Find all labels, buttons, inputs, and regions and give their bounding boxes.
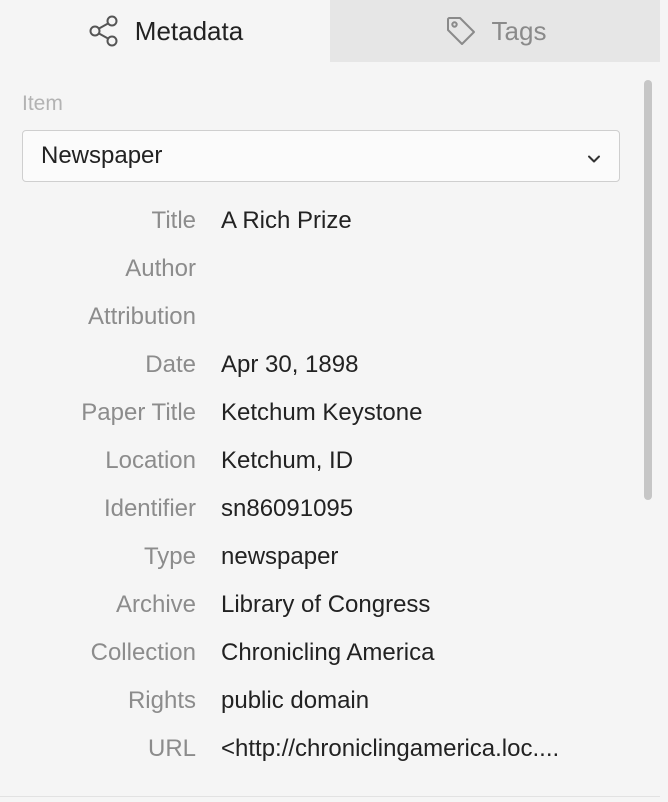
field-row-identifier: Identifier sn86091095 [0, 485, 640, 533]
field-value[interactable]: sn86091095 [221, 495, 621, 523]
tab-metadata-label: Metadata [134, 15, 244, 46]
chevron-down-icon [585, 147, 603, 165]
field-value[interactable]: Ketchum, ID [221, 447, 621, 475]
field-label: Attribution [87, 303, 196, 330]
field-label: Paper Title [81, 399, 196, 426]
share-nodes-icon [87, 14, 121, 48]
field-value[interactable]: Library of Congress [221, 591, 621, 619]
field-label: Location [105, 447, 196, 474]
field-row-author: Author [0, 245, 640, 293]
field-row-title: Title A Rich Prize [0, 197, 640, 245]
field-row-type: Type newspaper [0, 533, 640, 581]
tab-metadata[interactable]: Metadata [0, 0, 330, 62]
field-label: URL [147, 735, 196, 762]
field-label: Type [143, 543, 196, 570]
field-label: Archive [115, 591, 196, 618]
field-row-archive: Archive Library of Congress [0, 581, 640, 629]
tab-tags[interactable]: Tags [330, 0, 660, 62]
field-label: Author [125, 255, 196, 282]
field-row-date: Date Apr 30, 1898 [0, 341, 640, 389]
metadata-panel: Metadata Tags Item Newspaper Title A Ric… [0, 0, 668, 802]
field-value[interactable]: public domain [221, 687, 621, 715]
field-row-attribution: Attribution [0, 293, 640, 341]
field-value-url[interactable]: <http://chroniclingamerica.loc.... [221, 735, 621, 763]
field-label: Rights [127, 687, 196, 714]
field-value[interactable]: Chronicling America [221, 639, 621, 667]
item-type-label: Item [22, 92, 63, 115]
metadata-fields: Title A Rich Prize Author Attribution Da… [0, 197, 640, 773]
tab-bar: Metadata Tags [0, 0, 660, 62]
field-row-url: URL <http://chroniclingamerica.loc.... [0, 725, 640, 773]
field-value[interactable]: Apr 30, 1898 [221, 351, 621, 379]
field-row-location: Location Ketchum, ID [0, 437, 640, 485]
tag-icon [444, 14, 478, 48]
field-row-rights: Rights public domain [0, 677, 640, 725]
field-label: Title [151, 207, 196, 234]
field-label: Identifier [103, 495, 196, 522]
vertical-scrollbar[interactable] [644, 80, 652, 500]
field-label: Collection [90, 639, 196, 666]
field-value[interactable]: Ketchum Keystone [221, 399, 621, 427]
field-row-collection: Collection Chronicling America [0, 629, 640, 677]
field-row-paper-title: Paper Title Ketchum Keystone [0, 389, 640, 437]
item-type-select[interactable]: Newspaper [22, 130, 620, 182]
tab-tags-label: Tags [491, 15, 547, 46]
field-label: Date [145, 351, 196, 378]
field-value[interactable]: A Rich Prize [221, 207, 621, 235]
divider [0, 796, 660, 797]
item-type-value: Newspaper [41, 142, 163, 169]
field-value[interactable]: newspaper [221, 543, 621, 571]
